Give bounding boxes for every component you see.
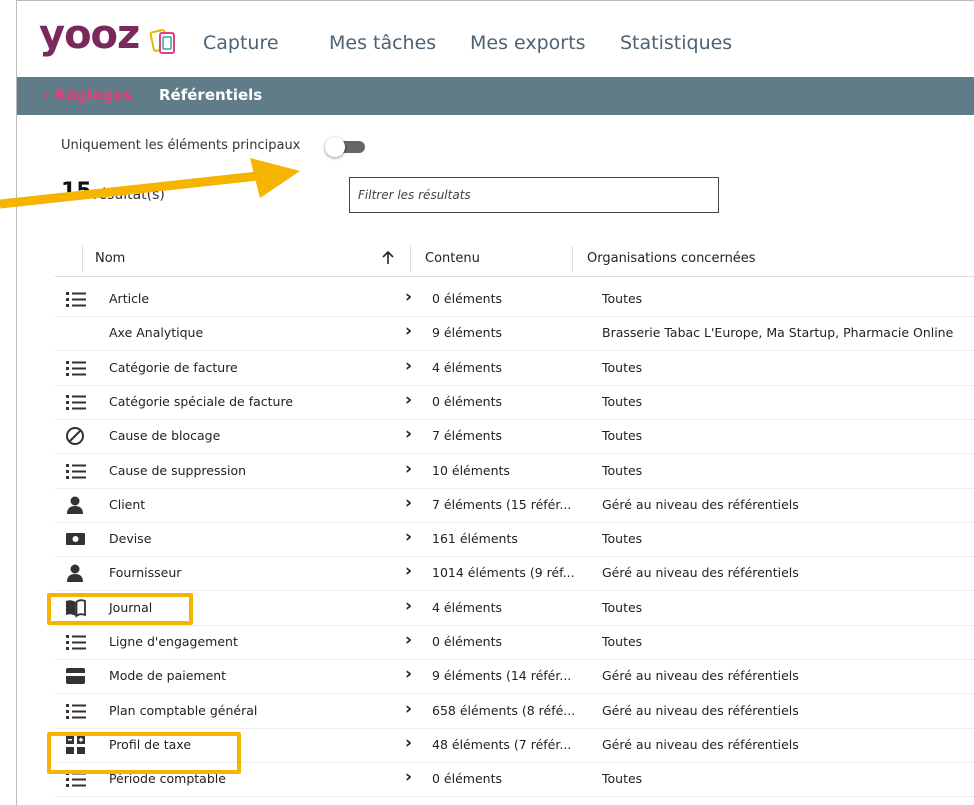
chevron-right-icon[interactable]: ›: [405, 493, 412, 513]
row-content: 0 éléments: [432, 771, 502, 787]
chevron-right-icon[interactable]: ›: [405, 733, 412, 753]
chevron-right-icon[interactable]: ›: [405, 424, 412, 444]
block-icon: [65, 426, 87, 446]
row-name: Fournisseur: [109, 565, 182, 581]
table-row[interactable]: Client › 7 éléments (15 référ... Géré au ni…: [55, 488, 974, 523]
row-name: Axe Analytique: [109, 325, 204, 341]
row-content: 9 éléments (14 référ...: [432, 668, 572, 684]
row-organisations: Géré au niveau des référentiels: [602, 496, 799, 512]
row-content: 1014 éléments (9 réf...: [432, 565, 575, 581]
row-organisations: Brasserie Tabac L'Europe, Ma Startup, Ph…: [602, 325, 954, 341]
row-content: 10 éléments: [432, 462, 510, 478]
column-divider: [82, 246, 83, 272]
person-icon: [65, 495, 87, 515]
row-content: 48 éléments (7 référ...: [432, 736, 572, 752]
chevron-right-icon[interactable]: ›: [405, 561, 412, 581]
arrow-up-icon[interactable]: [382, 251, 394, 265]
row-content: 4 éléments: [432, 359, 502, 375]
table-row[interactable]: Cause de blocage › 7 éléments Toutes: [55, 419, 974, 455]
column-divider: [410, 246, 411, 272]
row-content: 4 éléments: [432, 599, 502, 615]
row-organisations: Toutes: [602, 291, 643, 306]
table-row[interactable]: Article › 0 éléments Toutes: [55, 282, 974, 317]
list-icon: [65, 701, 87, 721]
highlight-periode-comptable: [47, 732, 241, 774]
table-row[interactable]: Devise › 161 éléments Toutes: [55, 522, 974, 558]
row-name: Catégorie spéciale de facture: [109, 393, 294, 409]
row-organisations: Toutes: [602, 531, 643, 547]
annotation-arrow: [0, 158, 300, 209]
chevron-right-icon[interactable]: ›: [405, 596, 412, 616]
nav-mes-taches[interactable]: Mes tâches: [329, 32, 436, 54]
filter-results-input[interactable]: [349, 177, 719, 213]
list-icon: [65, 461, 87, 481]
row-content: 658 éléments (8 réfé...: [432, 702, 576, 718]
table-row[interactable]: Axe Analytique › 9 éléments Brasserie Tabac…: [55, 316, 974, 352]
column-header-contenu[interactable]: Contenu: [425, 251, 480, 266]
row-name: Plan comptable général: [109, 702, 258, 718]
row-organisations: Toutes: [602, 359, 643, 375]
table-row[interactable]: Plan comptable général › 658 éléments (8 r…: [55, 694, 974, 729]
column-divider: [572, 246, 573, 272]
row-content: 161 éléments: [432, 531, 518, 547]
row-content: 7 éléments (15 référ...: [432, 496, 572, 512]
row-name: Devise: [109, 531, 152, 547]
table-row[interactable]: Catégorie de facture › 4 éléments Toutes: [55, 351, 974, 386]
chevron-right-icon[interactable]: ›: [405, 390, 412, 410]
highlight-journal: [47, 593, 193, 625]
row-name: Article: [109, 291, 150, 306]
row-name: Cause de suppression: [109, 462, 247, 478]
row-organisations: Toutes: [602, 771, 643, 787]
nav-mes-exports[interactable]: Mes exports: [470, 32, 585, 54]
column-header-organisations[interactable]: Organisations concernées: [587, 251, 756, 266]
row-organisations: Toutes: [602, 428, 643, 444]
table-row[interactable]: Cause de suppression › 10 éléments Toutes: [55, 454, 974, 489]
chevron-right-icon[interactable]: ›: [405, 527, 412, 547]
chevron-right-icon[interactable]: ›: [405, 287, 412, 307]
row-organisations: Toutes: [602, 393, 643, 409]
list-icon: [65, 632, 87, 652]
chevron-right-icon[interactable]: ›: [405, 321, 412, 341]
chevron-right-icon[interactable]: ›: [405, 767, 412, 787]
money-icon: [65, 529, 87, 549]
row-name: Catégorie de facture: [109, 359, 238, 375]
chevron-right-icon[interactable]: ›: [405, 630, 412, 650]
chevron-right-icon[interactable]: ›: [405, 664, 412, 684]
row-name: Ligne d'engagement: [109, 634, 238, 649]
table-header: Nom Contenu Organisations concernées: [55, 242, 974, 277]
row-name: Cause de blocage: [109, 428, 221, 444]
chevron-right-icon[interactable]: ›: [405, 459, 412, 479]
table-row[interactable]: Mode de paiement › 9 éléments (14 référ...…: [55, 659, 974, 695]
row-organisations: Toutes: [602, 599, 643, 615]
person-icon: [65, 563, 87, 583]
row-content: 0 éléments: [432, 634, 502, 649]
row-content: 0 éléments: [432, 291, 502, 306]
table-row[interactable]: Catégorie spéciale de facture › 0 éléments…: [55, 385, 974, 420]
row-name: Mode de paiement: [109, 668, 227, 684]
list-icon: [65, 289, 87, 309]
row-organisations: Géré au niveau des référentiels: [602, 736, 799, 752]
row-name: Client: [109, 496, 146, 512]
row-organisations: Toutes: [602, 462, 643, 478]
list-icon: [65, 358, 87, 378]
nav-statistiques[interactable]: Statistiques: [620, 32, 732, 54]
column-header-nom[interactable]: Nom: [95, 251, 125, 266]
table-row[interactable]: Fournisseur › 1014 éléments (9 réf... Géré …: [55, 556, 974, 592]
row-content: 7 éléments: [432, 428, 502, 444]
card-icon: [65, 666, 87, 686]
chevron-right-icon[interactable]: ›: [405, 699, 412, 719]
row-organisations: Géré au niveau des référentiels: [602, 565, 799, 581]
row-organisations: Géré au niveau des référentiels: [602, 702, 799, 718]
table-row[interactable]: Ligne d'engagement › 0 éléments Toutes: [55, 625, 974, 660]
list-icon: [65, 392, 87, 412]
empty-icon-slot: [65, 323, 87, 343]
row-content: 0 éléments: [432, 393, 502, 409]
chevron-right-icon[interactable]: ›: [405, 356, 412, 376]
row-organisations: Toutes: [602, 634, 643, 649]
row-content: 9 éléments: [432, 325, 502, 341]
row-organisations: Géré au niveau des référentiels: [602, 668, 799, 684]
